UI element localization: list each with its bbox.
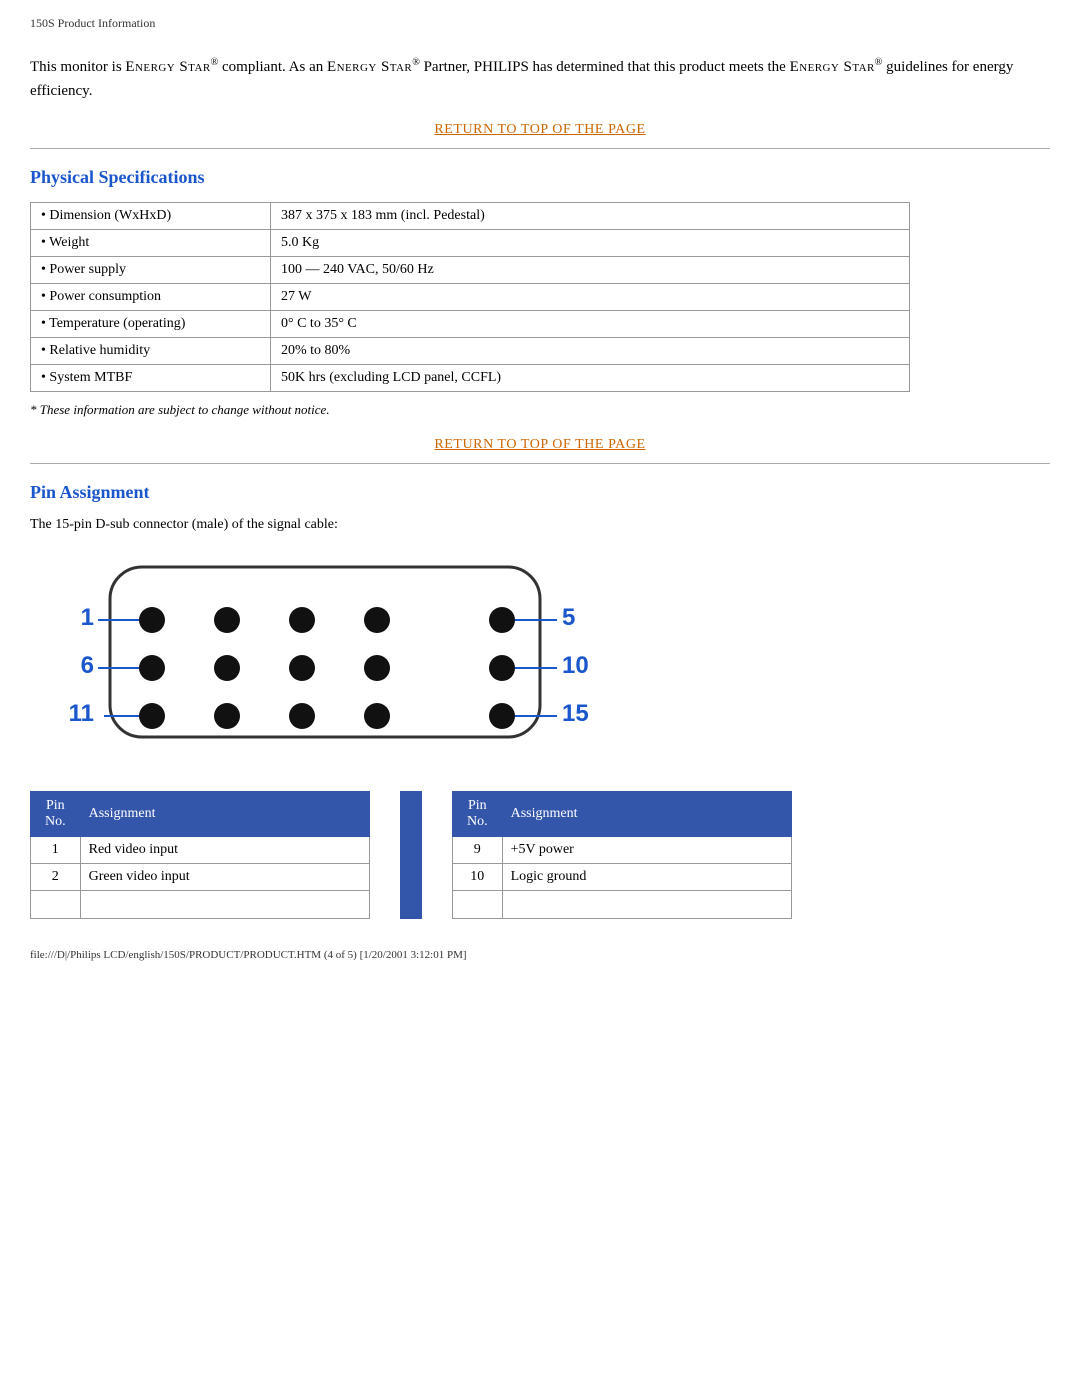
spec-label: • Weight [31, 230, 271, 257]
table-row: • Power supply100 — 240 VAC, 50/60 Hz [31, 257, 910, 284]
spec-label: • System MTBF [31, 365, 271, 392]
assign-header-right: Assignment [502, 792, 791, 837]
energy-star-reg2: ® [412, 57, 420, 68]
spec-label: • Power consumption [31, 284, 271, 311]
spec-value: 387 x 375 x 183 mm (incl. Pedestal) [271, 203, 910, 230]
pin-no-cell: 2 [31, 864, 81, 891]
spec-value: 20% to 80% [271, 338, 910, 365]
dsub-diagram: 1 5 6 10 [50, 547, 610, 767]
return-to-top-anchor-2[interactable]: RETURN TO TOP OF THE PAGE [434, 437, 645, 452]
energy-star-text1: This monitor is [30, 59, 125, 75]
physical-specs-table: • Dimension (WxHxD)387 x 375 x 183 mm (i… [30, 202, 910, 392]
specs-footnote: * These information are subject to chang… [30, 402, 1050, 418]
blue-divider [400, 791, 422, 919]
spec-label: • Temperature (operating) [31, 311, 271, 338]
divider-2 [30, 463, 1050, 464]
pin-assignment-title: Pin Assignment [30, 482, 1050, 503]
pin-assign-cell [80, 891, 369, 919]
assign-header-left: Assignment [80, 792, 369, 837]
table-row: • System MTBF50K hrs (excluding LCD pane… [31, 365, 910, 392]
spec-label: • Dimension (WxHxD) [31, 203, 271, 230]
pin-no-cell: 1 [31, 837, 81, 864]
dsub-svg: 1 5 6 10 [50, 547, 610, 767]
pin-table-right: PinNo. Assignment 9+5V power10Logic grou… [452, 791, 792, 919]
pin-no-cell [453, 891, 503, 919]
table-row: • Temperature (operating)0° C to 35° C [31, 311, 910, 338]
divider-1 [30, 148, 1050, 149]
energy-star-text3: Partner, PHILIPS has determined that thi… [420, 59, 790, 75]
pin-assign-cell [502, 891, 791, 919]
page-bottom-bar: file:///D|/Philips LCD/english/150S/PROD… [30, 949, 1050, 991]
energy-star-text: This monitor is Energy Star® compliant. … [30, 55, 1050, 103]
pin-assign-cell: +5V power [502, 837, 791, 864]
energy-star-brand3: Energy Star [790, 59, 875, 75]
spec-value: 5.0 Kg [271, 230, 910, 257]
table-row: • Relative humidity20% to 80% [31, 338, 910, 365]
svg-text:6: 6 [81, 652, 94, 679]
spec-value: 100 — 240 VAC, 50/60 Hz [271, 257, 910, 284]
energy-star-brand1: Energy Star [125, 59, 210, 75]
pin-table-left: PinNo. Assignment 1Red video input2Green… [30, 791, 370, 919]
table-row [31, 891, 370, 919]
spec-label: • Power supply [31, 257, 271, 284]
energy-star-text2: compliant. As an [218, 59, 327, 75]
pin-assign-cell: Green video input [80, 864, 369, 891]
energy-star-brand2: Energy Star [327, 59, 412, 75]
table-row: 9+5V power [453, 837, 792, 864]
pin-no-cell: 10 [453, 864, 503, 891]
pin-tables-wrapper: PinNo. Assignment 1Red video input2Green… [30, 791, 1050, 919]
table-row [453, 891, 792, 919]
spec-label: • Relative humidity [31, 338, 271, 365]
pin-no-cell: 9 [453, 837, 503, 864]
table-row: • Weight5.0 Kg [31, 230, 910, 257]
return-to-top-anchor-1[interactable]: RETURN TO TOP OF THE PAGE [434, 122, 645, 137]
return-to-top-link-2[interactable]: RETURN TO TOP OF THE PAGE [30, 436, 1050, 453]
return-to-top-link-1[interactable]: RETURN TO TOP OF THE PAGE [30, 121, 1050, 138]
table-row: 10Logic ground [453, 864, 792, 891]
svg-text:15: 15 [562, 700, 589, 727]
pin-assignment-section: Pin Assignment The 15-pin D-sub connecto… [30, 482, 1050, 919]
table-row: • Power consumption27 W [31, 284, 910, 311]
breadcrumb: 150S Product Information [30, 10, 1050, 37]
pin-no-cell [31, 891, 81, 919]
svg-text:11: 11 [69, 700, 94, 727]
pin-no-header-left: PinNo. [31, 792, 81, 837]
table-row: • Dimension (WxHxD)387 x 375 x 183 mm (i… [31, 203, 910, 230]
svg-text:10: 10 [562, 652, 589, 679]
spec-value: 0° C to 35° C [271, 311, 910, 338]
pin-description: The 15-pin D-sub connector (male) of the… [30, 517, 1050, 533]
spec-value: 50K hrs (excluding LCD panel, CCFL) [271, 365, 910, 392]
pin-assign-cell: Red video input [80, 837, 369, 864]
table-row: 1Red video input [31, 837, 370, 864]
svg-text:5: 5 [562, 604, 575, 631]
pin-assign-cell: Logic ground [502, 864, 791, 891]
physical-specs-title: Physical Specifications [30, 167, 1050, 188]
table-row: 2Green video input [31, 864, 370, 891]
spec-value: 27 W [271, 284, 910, 311]
pin-no-header-right: PinNo. [453, 792, 503, 837]
svg-text:1: 1 [81, 604, 94, 631]
